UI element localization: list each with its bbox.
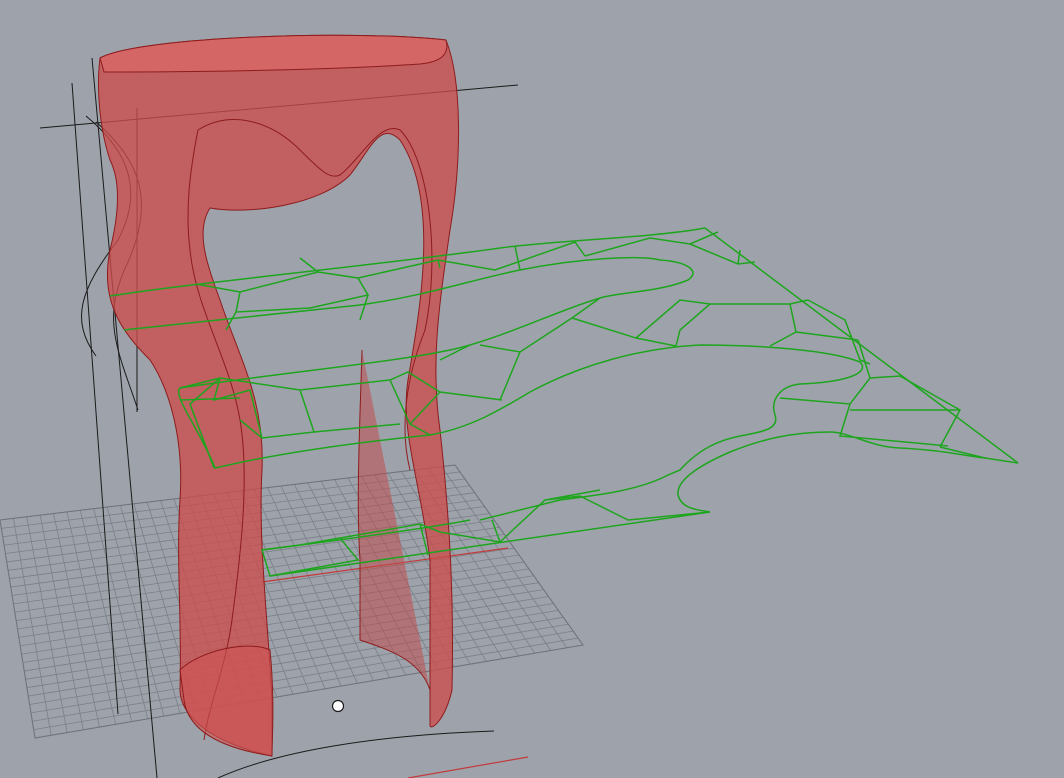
perspective-viewport[interactable] bbox=[0, 0, 1064, 778]
white-point-marker[interactable] bbox=[331, 699, 345, 713]
viewport-canvas[interactable] bbox=[0, 0, 1064, 778]
